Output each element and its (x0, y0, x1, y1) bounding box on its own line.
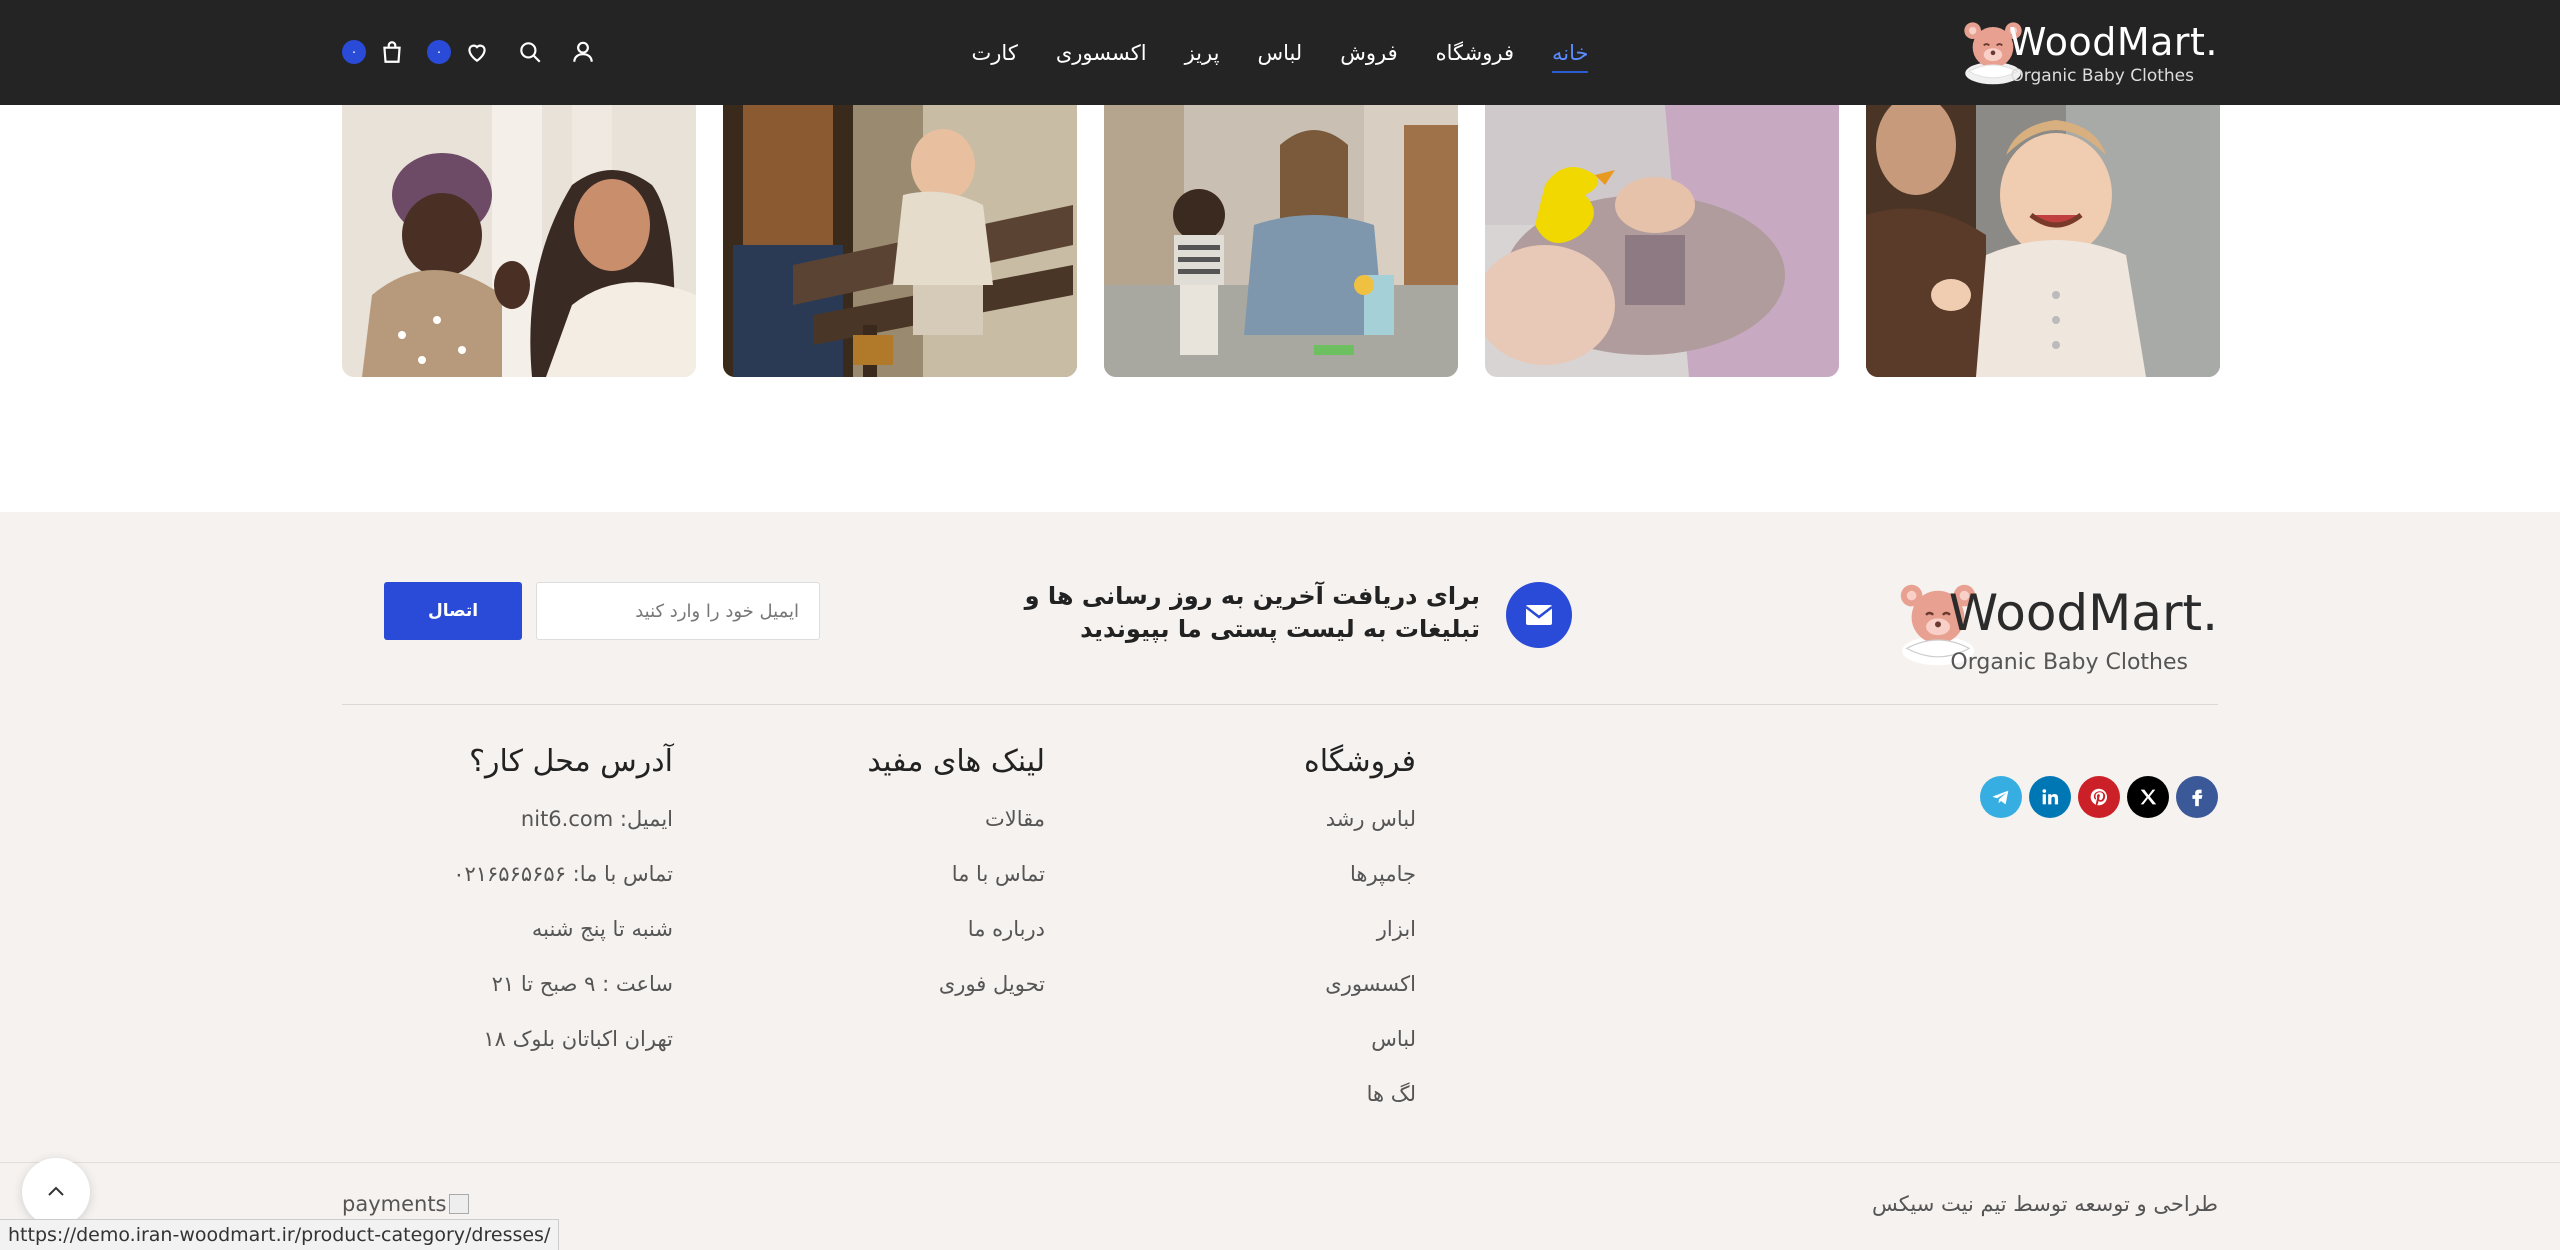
footer-tagline: Organic Baby Clothes (1950, 650, 2188, 675)
pinterest-icon (2090, 788, 2108, 806)
gallery-image-3[interactable] (1104, 105, 1458, 377)
photo-baby-on-bench (723, 105, 1077, 377)
wishlist-button[interactable] (459, 34, 495, 70)
chevron-up-icon (48, 1186, 64, 1196)
footer-column-useful-links: لینک های مفید مقالات تماس با ما درباره م… (867, 744, 1045, 1012)
footer-address-line: تماس با ما: ۰۲۱۶۵۶۵۶۵۶ (453, 862, 673, 886)
footer-useful-link[interactable]: تحویل فوری (867, 957, 1045, 1012)
footer-shop-link[interactable]: لباس (1304, 1012, 1416, 1067)
footer-address-title: آدرس محل کار؟ (469, 744, 673, 779)
nav-clothes[interactable]: لباس (1238, 41, 1321, 65)
linkedin-icon (2042, 789, 2059, 805)
account-button[interactable] (565, 34, 601, 70)
cart-count-badge: ۰ (342, 40, 366, 64)
social-links (1980, 776, 2218, 818)
footer-divider (342, 704, 2218, 705)
footer-useful-link[interactable]: مقالات (867, 792, 1045, 847)
footer-address-line: شنبه تا پنج شنبه (531, 917, 673, 941)
newsletter-submit-button[interactable]: اتصال (384, 582, 522, 640)
photo-happy-baby-with-mother (1866, 105, 2220, 377)
site-header: WoodMart. Organic Baby Clothes خانه فروش… (0, 0, 2560, 105)
nav-shop[interactable]: فروشگاه (1417, 41, 1533, 65)
gallery-image-2[interactable] (723, 105, 1077, 377)
instagram-gallery (342, 105, 2220, 377)
scroll-to-top-button[interactable] (22, 1158, 90, 1226)
cart-button[interactable] (374, 34, 410, 70)
newsletter-icon-circle (1506, 582, 1572, 648)
facebook-button[interactable] (2176, 776, 2218, 818)
footer-shop-link[interactable]: لگ ها (1304, 1067, 1416, 1122)
main-nav: خانه فروشگاه فروش لباس پریز اکسسوری کارت (342, 0, 2218, 105)
footer-bottom-divider (0, 1162, 2560, 1163)
payments-image: payments (342, 1192, 469, 1216)
gallery-image-5[interactable] (1866, 105, 2220, 377)
footer-address-line: تهران اکباتان بلوک ۱۸ (483, 1027, 673, 1051)
broken-image-icon (448, 1194, 469, 1214)
gallery-image-4[interactable] (1485, 105, 1839, 377)
footer-address-line: ایمیل: nit6.com (520, 807, 673, 831)
nav-home[interactable]: خانه (1533, 41, 1607, 73)
browser-status-url: https://demo.iran-woodmart.ir/product-ca… (0, 1219, 560, 1250)
user-icon (573, 41, 593, 62)
footer-useful-link[interactable]: تماس با ما (867, 847, 1045, 902)
newsletter-text: برای دریافت آخرین به روز رسانی ها و تبلی… (1024, 582, 1480, 643)
photo-baby-first-steps (1104, 105, 1458, 377)
telegram-button[interactable] (1980, 776, 2022, 818)
footer-shop-link[interactable]: ابزار (1304, 902, 1416, 957)
photo-mother-baby-turban (342, 105, 696, 377)
nav-sale[interactable]: فروش (1321, 41, 1416, 65)
newsletter-email-input[interactable] (536, 582, 820, 640)
footer-logo[interactable]: WoodMart. Organic Baby Clothes (1888, 564, 2218, 675)
x-button[interactable] (2127, 776, 2169, 818)
photo-baby-yellow-duck (1485, 105, 1839, 377)
payments-alt-text: payments (342, 1192, 447, 1216)
footer-brand: WoodMart. (1948, 584, 2218, 642)
x-icon (2140, 789, 2157, 805)
nav-socket[interactable]: پریز (1166, 41, 1239, 65)
header-inner: WoodMart. Organic Baby Clothes خانه فروش… (342, 0, 2218, 105)
nav-cart[interactable]: کارت (953, 41, 1037, 65)
envelope-icon (1525, 605, 1553, 625)
search-button[interactable] (512, 34, 548, 70)
facebook-icon (2192, 789, 2203, 807)
search-icon (520, 42, 541, 63)
footer-useful-title: لینک های مفید (867, 744, 1045, 779)
shopping-bag-icon (383, 41, 401, 63)
footer-column-shop: فروشگاه لباس رشد جامپرها ابزار اکسسوری ل… (1304, 744, 1416, 1122)
footer-useful-link[interactable]: درباره ما (867, 902, 1045, 957)
wishlist-count-badge: ۰ (427, 40, 451, 64)
gallery-image-1[interactable] (342, 105, 696, 377)
footer-shop-link[interactable]: اکسسوری (1304, 957, 1416, 1012)
linkedin-button[interactable] (2029, 776, 2071, 818)
footer-shop-link[interactable]: لباس رشد (1304, 792, 1416, 847)
footer-shop-title: فروشگاه (1304, 744, 1416, 779)
copyright-text: طراحی و توسعه توسط تیم نیت سیکس (1872, 1192, 2218, 1216)
telegram-icon (1992, 790, 2009, 805)
site-footer: WoodMart. Organic Baby Clothes برای دریا… (0, 512, 2560, 1250)
heart-icon (468, 44, 486, 62)
nav-accessories[interactable]: اکسسوری (1037, 41, 1166, 65)
footer-address-line: ساعت : ۹ صبح تا ۲۱ (491, 972, 673, 996)
footer-column-address: آدرس محل کار؟ ایمیل: nit6.com تماس با ما… (453, 744, 673, 1067)
footer-shop-link[interactable]: جامپرها (1304, 847, 1416, 902)
pinterest-button[interactable] (2078, 776, 2120, 818)
header-icons: ۰ ۰ (342, 34, 618, 70)
